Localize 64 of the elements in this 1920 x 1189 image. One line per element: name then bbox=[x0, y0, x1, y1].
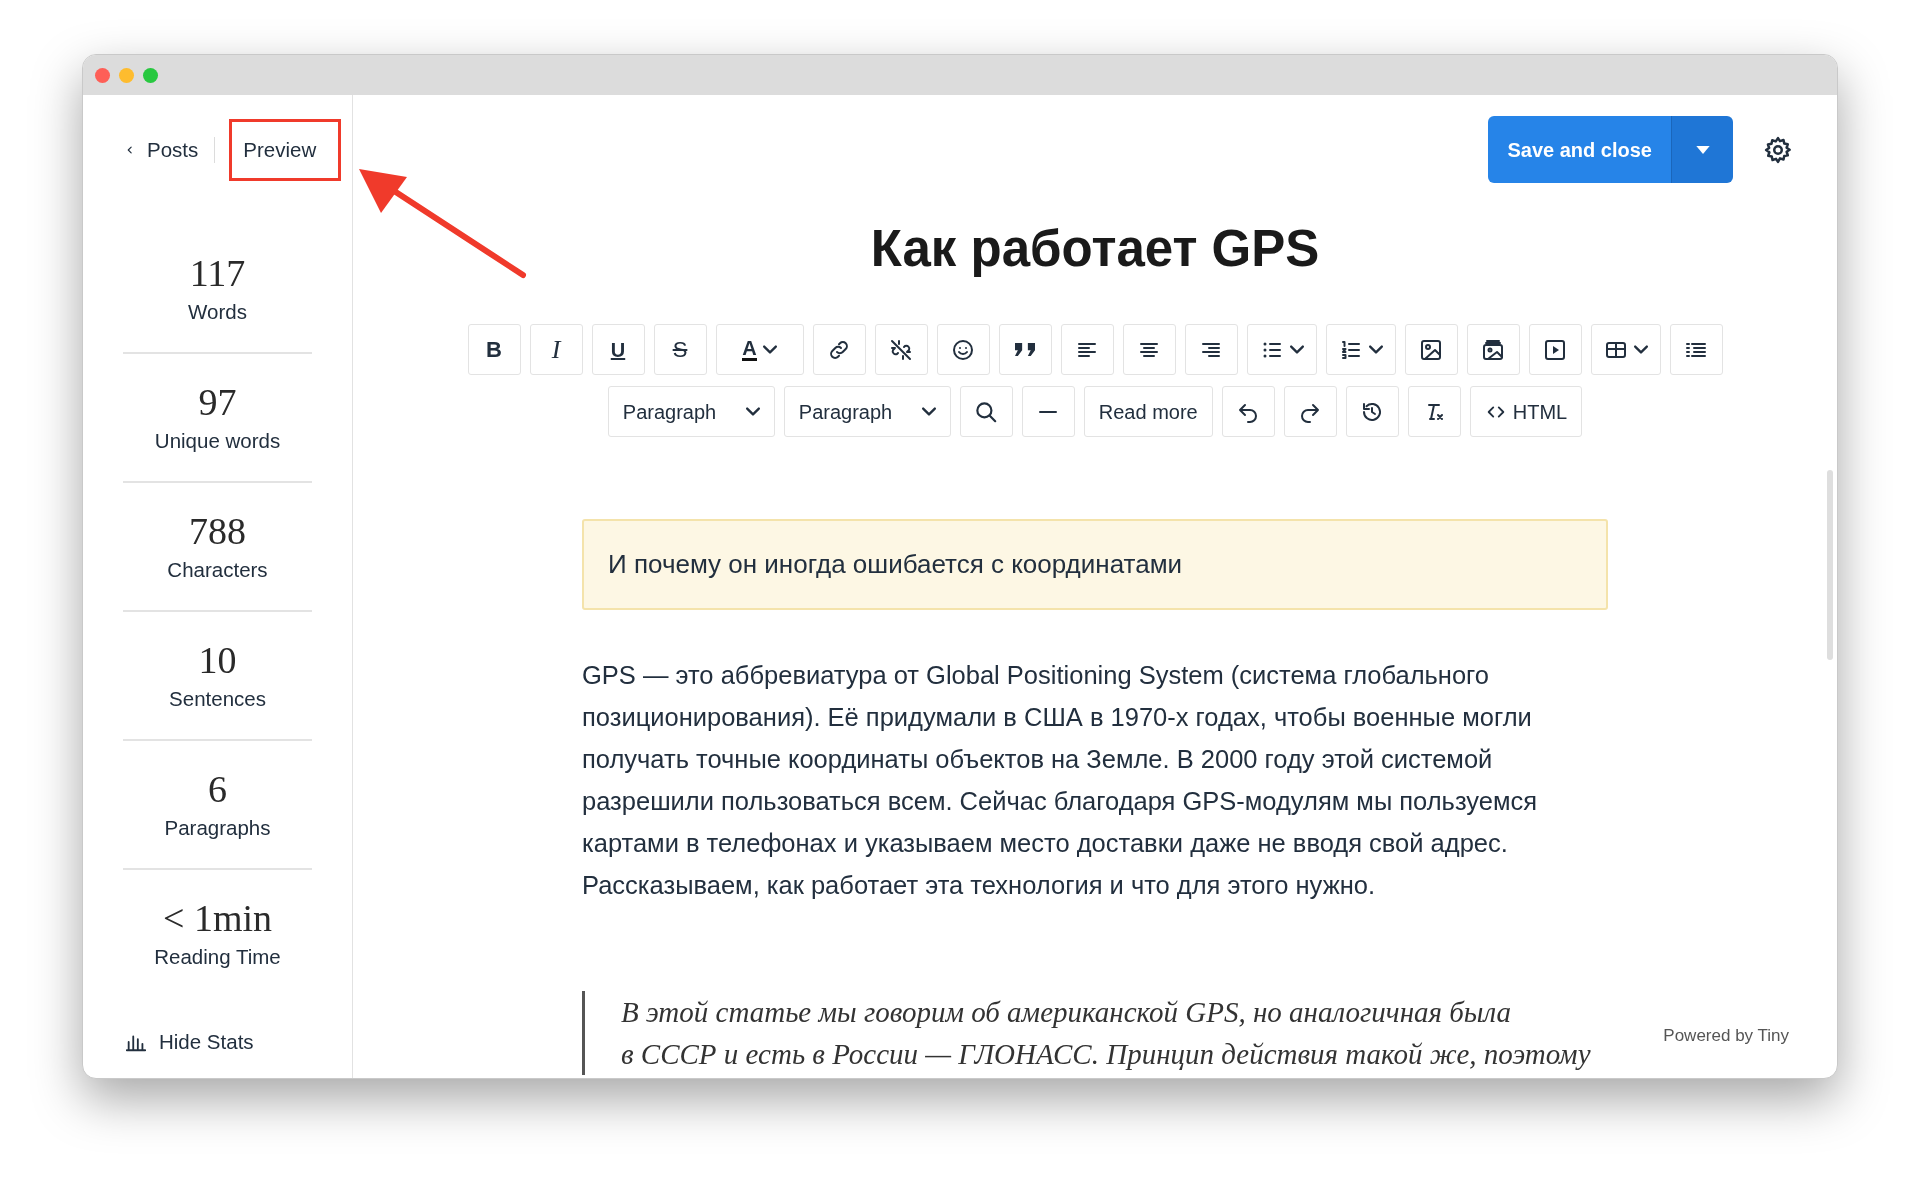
undo-button[interactable] bbox=[1221, 386, 1275, 437]
document-title: Как работает GPS bbox=[870, 219, 1320, 279]
source-code-button[interactable]: HTML bbox=[1469, 386, 1583, 437]
chevron-down-icon bbox=[745, 408, 760, 415]
caret-down-icon bbox=[1695, 145, 1710, 154]
block-format-dropdown[interactable]: Paragraph bbox=[607, 386, 775, 437]
chevron-down-icon bbox=[1289, 346, 1304, 353]
history-button[interactable] bbox=[1345, 386, 1399, 437]
align-right-button[interactable] bbox=[1184, 324, 1238, 375]
settings-icon bbox=[1763, 134, 1793, 165]
stat-label: Characters bbox=[167, 557, 268, 583]
stat-value: 97 bbox=[198, 382, 237, 422]
back-link[interactable]: Posts bbox=[123, 134, 199, 166]
play-icon bbox=[1543, 337, 1567, 362]
stat-label: Reading Time bbox=[154, 944, 281, 970]
remove-link-button[interactable] bbox=[874, 324, 928, 375]
chevron-down-icon bbox=[1633, 346, 1648, 353]
insert-image-button[interactable] bbox=[1404, 324, 1458, 375]
horizontal-line-icon bbox=[1037, 410, 1060, 413]
stat-label: Unique words bbox=[154, 428, 281, 454]
emoji-button[interactable] bbox=[936, 324, 990, 375]
stat-label: Paragraphs bbox=[164, 815, 271, 841]
gallery-icon bbox=[1481, 337, 1505, 362]
smiley-icon bbox=[951, 337, 975, 362]
stat-value: < 1min bbox=[162, 898, 272, 938]
bullet-list-button[interactable] bbox=[1246, 324, 1317, 375]
find-button[interactable] bbox=[959, 386, 1013, 437]
chevron-down-icon bbox=[1368, 346, 1383, 353]
hide-stats-button[interactable]: Hide Stats bbox=[125, 1027, 352, 1058]
stat-value: 117 bbox=[189, 253, 246, 293]
italic-button[interactable]: I bbox=[529, 324, 583, 375]
chevron-down-icon bbox=[921, 408, 936, 415]
stat-label: Sentences bbox=[169, 686, 266, 712]
blockquote-button[interactable] bbox=[998, 324, 1052, 375]
align-left-button[interactable] bbox=[1060, 324, 1114, 375]
strike-button[interactable]: S bbox=[653, 324, 707, 375]
stat-label: Words bbox=[188, 299, 247, 325]
bold-button[interactable]: B bbox=[467, 324, 521, 375]
callout-box: И почему он иногда ошибается с координатами bbox=[582, 519, 1608, 610]
broken-link-icon bbox=[889, 337, 913, 362]
quote-icon bbox=[1015, 343, 1035, 356]
align-center-button[interactable] bbox=[1122, 324, 1176, 375]
image-gallery-button[interactable] bbox=[1466, 324, 1520, 375]
redo-button[interactable] bbox=[1283, 386, 1337, 437]
underline-button[interactable]: U bbox=[591, 324, 645, 375]
chevron-down-icon bbox=[762, 346, 777, 353]
paragraph-format-dropdown[interactable]: Paragraph bbox=[783, 386, 951, 437]
preview-button[interactable]: Preview bbox=[231, 126, 329, 174]
table-of-contents-button[interactable] bbox=[1669, 324, 1723, 375]
read-more-button[interactable]: Read more bbox=[1083, 386, 1213, 437]
image-icon bbox=[1419, 337, 1443, 362]
stat-value: 788 bbox=[189, 511, 246, 551]
save-and-close-button[interactable]: Save and close bbox=[1488, 116, 1671, 183]
stat-value: 10 bbox=[198, 640, 237, 680]
insert-media-button[interactable] bbox=[1528, 324, 1582, 375]
body-paragraph: GPS — это аббревиатура от Global Positioning System (система глобального позиционирования). Её придумали в США в 1970-х годах, чтобы военные могли получать точные координаты объектов на Земле. В 2000 году этой системой разрешили пользоваться всем. Сейчас благодаря GPS-модулям мы пользуемся картами в телефонах и указываем место доставки даже не вводя свой адрес. Рассказываем, как работает эта технология и что для этого нужно. bbox=[582, 660, 1539, 901]
table-button[interactable] bbox=[1590, 324, 1661, 375]
numbered-list-button[interactable] bbox=[1325, 324, 1396, 375]
stat-value: 6 bbox=[208, 769, 227, 809]
insert-link-button[interactable] bbox=[812, 324, 866, 375]
color-button[interactable]: A bbox=[715, 324, 804, 375]
blockquote: В этой статье мы говорим об американской GPS, но аналогичная была в СССР и есть в России — ГЛОНАСС. Принцип действия такой же, поэтому bbox=[582, 991, 1608, 1075]
powered-by-text: Powered by Tiny bbox=[1663, 1024, 1789, 1047]
clear-formatting-button[interactable] bbox=[1407, 386, 1461, 437]
